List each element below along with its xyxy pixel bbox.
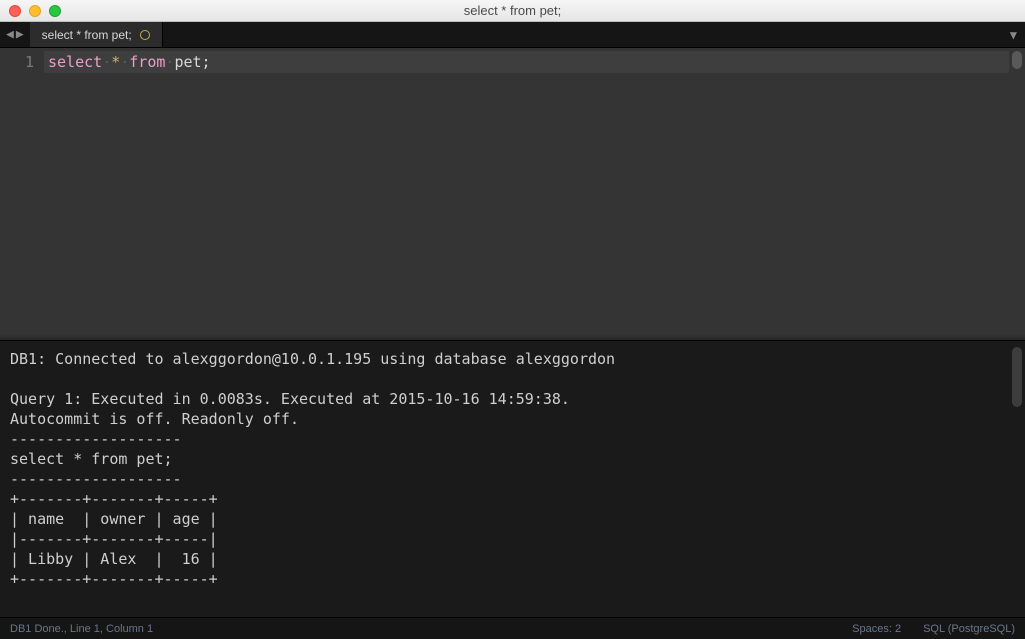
editor[interactable]: 1 select·*·from·pet; — [0, 48, 1025, 340]
console-line: ------------------- — [10, 430, 182, 448]
console-line: | Libby | Alex | 16 | — [10, 550, 218, 568]
nav-forward-icon[interactable]: ▶ — [16, 27, 24, 42]
console-line: ------------------- — [10, 470, 182, 488]
console-line: DB1: Connected to alexggordon@10.0.1.195… — [10, 350, 615, 368]
window-controls — [9, 5, 61, 17]
console-line: select * from pet; — [10, 450, 173, 468]
console-line: +-------+-------+-----+ — [10, 570, 218, 588]
nav-back-icon[interactable]: ◀ — [6, 27, 14, 42]
status-syntax[interactable]: SQL (PostgreSQL) — [923, 623, 1015, 635]
code-line: select·*·from·pet; — [48, 51, 1025, 73]
status-indent[interactable]: Spaces: 2 — [852, 623, 901, 635]
console-line: Autocommit is off. Readonly off. — [10, 410, 299, 428]
status-left[interactable]: DB1 Done., Line 1, Column 1 — [10, 623, 153, 635]
line-number: 1 — [0, 51, 34, 73]
gutter: 1 — [0, 48, 44, 340]
console-line: | name | owner | age | — [10, 510, 218, 528]
zoom-icon[interactable] — [49, 5, 61, 17]
console-line: Query 1: Executed in 0.0083s. Executed a… — [10, 390, 570, 408]
console-line: |-------+-------+-----| — [10, 530, 218, 548]
tab-history-nav: ◀ ▶ — [0, 22, 30, 47]
whitespace-dot-icon: · — [102, 53, 111, 71]
tab-bar: ◀ ▶ select * from pet; ▼ — [0, 22, 1025, 48]
tab-label: select * from pet; — [42, 28, 132, 42]
tab-active[interactable]: select * from pet; — [30, 22, 163, 47]
status-right: Spaces: 2 SQL (PostgreSQL) — [852, 623, 1015, 635]
console-line: +-------+-------+-----+ — [10, 490, 218, 508]
titlebar: select * from pet; — [0, 0, 1025, 22]
close-icon[interactable] — [9, 5, 21, 17]
output-panel[interactable]: DB1: Connected to alexggordon@10.0.1.195… — [0, 340, 1025, 617]
minimize-icon[interactable] — [29, 5, 41, 17]
token-keyword: from — [129, 53, 165, 71]
console-scrollbar[interactable] — [1012, 347, 1022, 407]
token-punct: ; — [202, 53, 211, 71]
code-area[interactable]: select·*·from·pet; — [44, 48, 1025, 340]
token-identifier: pet — [174, 53, 201, 71]
token-keyword: select — [48, 53, 102, 71]
unsaved-marker-icon — [140, 30, 150, 40]
status-bar: DB1 Done., Line 1, Column 1 Spaces: 2 SQ… — [0, 617, 1025, 639]
token-star: * — [111, 53, 120, 71]
whitespace-dot-icon: · — [120, 53, 129, 71]
tab-overflow-icon[interactable]: ▼ — [1010, 22, 1017, 47]
window-title: select * from pet; — [0, 3, 1025, 18]
